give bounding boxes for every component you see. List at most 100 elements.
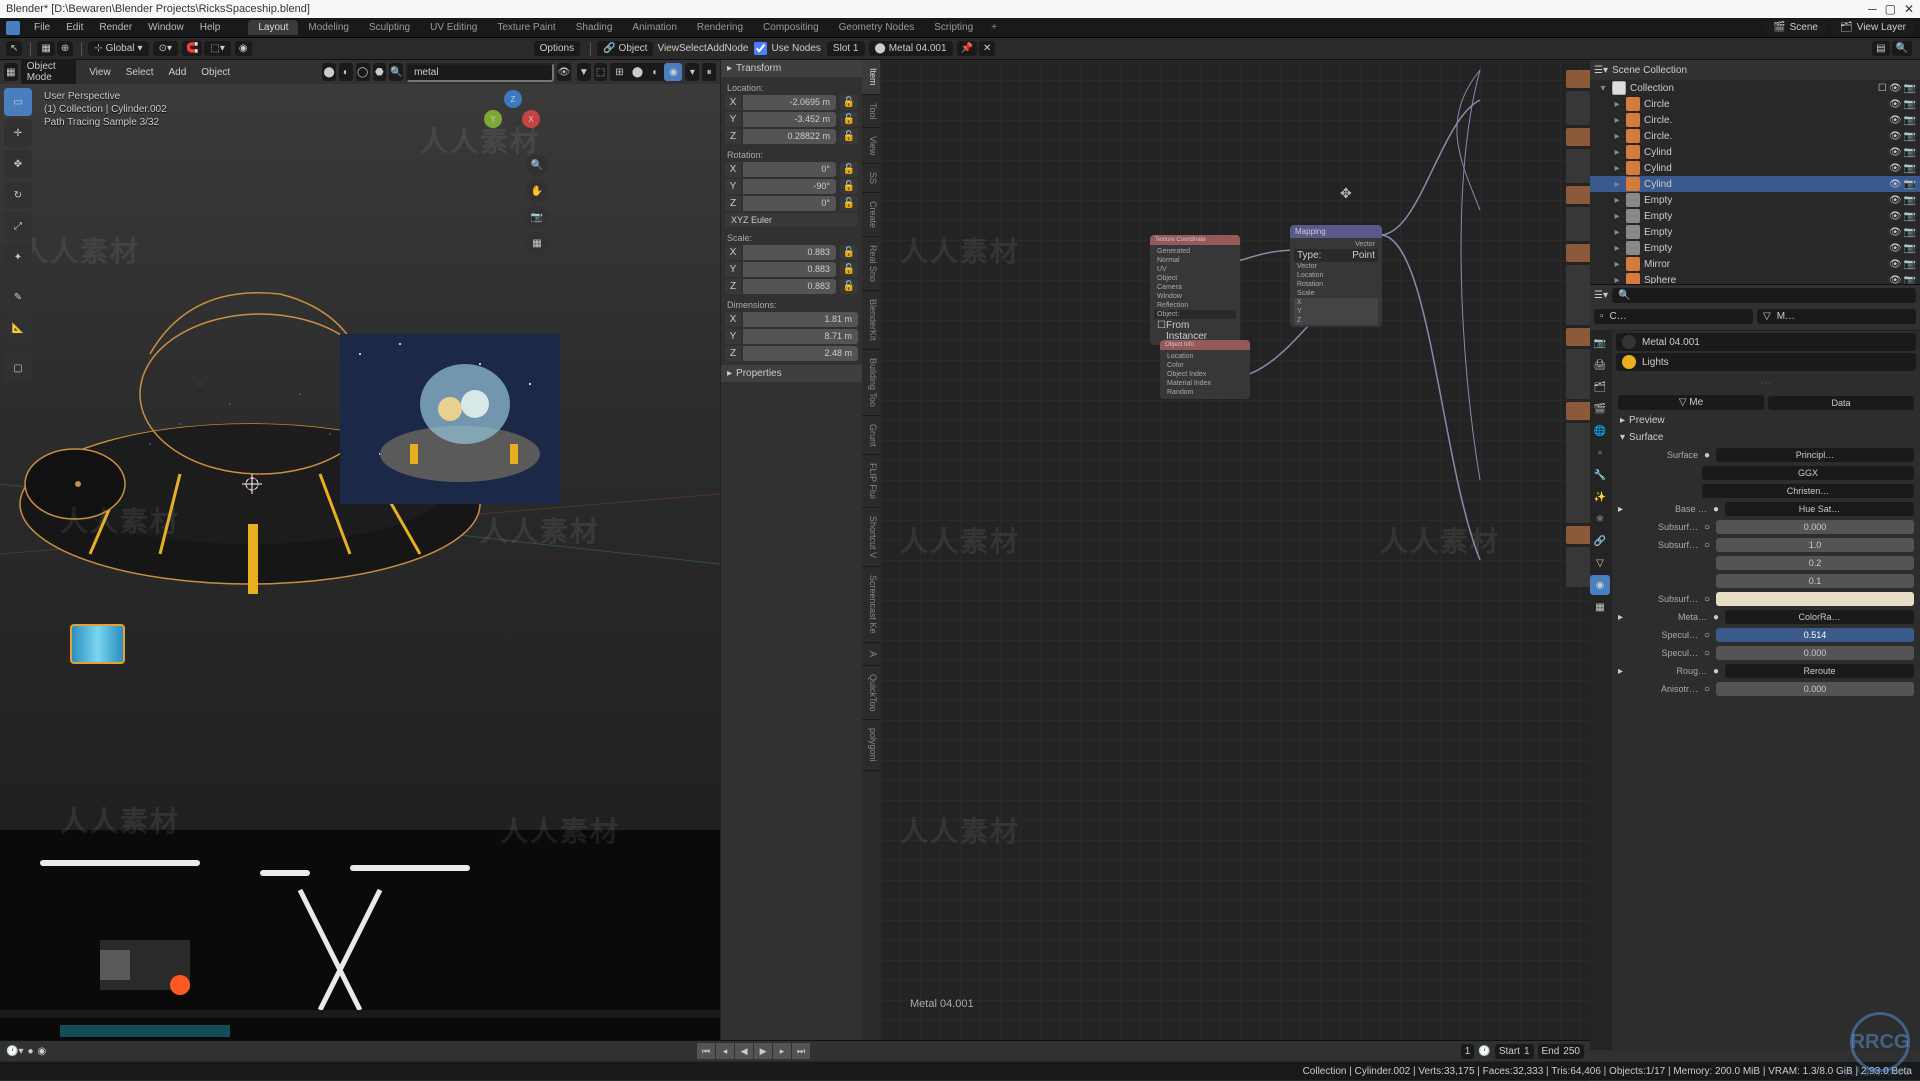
breadcrumb-object[interactable]: C…: [1610, 311, 1627, 322]
surface-panel[interactable]: ▾Surface: [1616, 429, 1916, 446]
outliner-search-input[interactable]: 🔍: [1612, 288, 1916, 303]
sidetab-create[interactable]: Create: [862, 193, 880, 237]
outliner-item[interactable]: ▸Empty👁📷: [1590, 208, 1920, 224]
lock-icon[interactable]: 🔓: [840, 112, 858, 127]
clock-icon[interactable]: 🕐: [1478, 1046, 1490, 1057]
prop-texture-icon[interactable]: ▦: [1590, 597, 1610, 617]
sidetab-tool[interactable]: Tool: [862, 95, 880, 129]
tab-compositing[interactable]: Compositing: [753, 20, 829, 35]
snap-toggle[interactable]: 🧲: [182, 41, 202, 56]
pin-material-icon[interactable]: 📌: [957, 41, 977, 56]
tab-texpaint[interactable]: Texture Paint: [487, 20, 565, 35]
jump-end-icon[interactable]: ⏭: [792, 1043, 810, 1059]
metallic-link[interactable]: ColorRa…: [1725, 610, 1914, 624]
subsurf-r1-field[interactable]: 1.0: [1716, 538, 1914, 552]
sidetab-item[interactable]: Item: [862, 60, 880, 95]
maximize-icon[interactable]: ▢: [1885, 2, 1896, 16]
prop-particle-icon[interactable]: ✨: [1590, 487, 1610, 507]
node-view-menu[interactable]: View: [657, 43, 679, 54]
dim-z-field[interactable]: 2.48 m: [743, 346, 858, 361]
rotate-tool-icon[interactable]: ↻: [4, 181, 32, 209]
lock-icon[interactable]: 🔓: [840, 245, 858, 260]
subsurf-color-swatch[interactable]: [1716, 592, 1914, 606]
lock-icon[interactable]: 🔓: [840, 129, 858, 144]
sidetab-realsno[interactable]: Real Sno: [862, 237, 880, 291]
view3d-add-menu[interactable]: Add: [162, 67, 192, 78]
unlink-icon[interactable]: ✕: [979, 41, 995, 56]
overlay-toggle[interactable]: ▼: [577, 63, 591, 81]
menu-window[interactable]: Window: [140, 22, 192, 33]
spectint-field[interactable]: 0.000: [1716, 646, 1914, 660]
collection-label[interactable]: Collection: [1630, 83, 1674, 94]
outliner-item[interactable]: ▸Empty👁📷: [1590, 192, 1920, 208]
sidetab-ss[interactable]: SS: [862, 164, 880, 193]
viewport-3d[interactable]: ▭ ✛ ✥ ↻ ⤢ ✦ ✎ 📐 ▢ User Perspective (1) C…: [0, 84, 720, 1050]
proportional-toggle[interactable]: ◉: [235, 41, 252, 56]
shading-dropdown-icon[interactable]: ▾: [685, 63, 699, 81]
outliner-item[interactable]: ▸Cylind👁📷: [1590, 176, 1920, 192]
tab-shading[interactable]: Shading: [566, 20, 623, 35]
roughness-link[interactable]: Reroute: [1725, 664, 1914, 678]
basecolor-link[interactable]: Hue Sat…: [1725, 502, 1914, 516]
object-data-dropdown[interactable]: 🔗Object: [597, 41, 653, 56]
menu-help[interactable]: Help: [192, 22, 229, 33]
outliner-search-icon[interactable]: 🔍: [1892, 41, 1912, 56]
distribution-dropdown[interactable]: GGX: [1702, 466, 1914, 480]
lock-icon[interactable]: 🔓: [840, 95, 858, 110]
breadcrumb-mesh[interactable]: M…: [1777, 311, 1795, 322]
scale-y-field[interactable]: 0.883: [743, 262, 836, 277]
annotate-tool-icon[interactable]: ✎: [4, 283, 32, 311]
sidetab-grunt[interactable]: Grunt: [862, 416, 880, 456]
tab-scripting[interactable]: Scripting: [924, 20, 983, 35]
subsurf-r2-field[interactable]: 0.2: [1716, 556, 1914, 570]
orientation-dropdown[interactable]: ⊹Global▾: [88, 41, 148, 56]
autokey-icon[interactable]: ◉: [38, 1046, 47, 1057]
material-slot-0[interactable]: Metal 04.001: [1616, 333, 1916, 351]
outliner-filter-dropdown[interactable]: ☰▾: [1594, 290, 1608, 301]
loc-x-field[interactable]: -2.0695 m: [743, 95, 836, 110]
node-mapping[interactable]: Mapping Vector Type:Point Vector Locatio…: [1290, 225, 1382, 327]
shading-icon-a[interactable]: ⬤: [322, 63, 336, 81]
lock-icon[interactable]: 🔓: [840, 179, 858, 194]
jump-start-icon[interactable]: ⏮: [697, 1043, 715, 1059]
minimize-icon[interactable]: ─: [1868, 2, 1877, 16]
view3d-view-menu[interactable]: View: [83, 67, 117, 78]
play-rev-icon[interactable]: ◀: [735, 1043, 753, 1059]
tab-sculpting[interactable]: Sculpting: [359, 20, 420, 35]
slot-dropdown[interactable]: Slot 1: [827, 41, 865, 56]
sidetab-flip[interactable]: FLIP Flui: [862, 455, 880, 508]
shading-icon-b[interactable]: ◐: [339, 63, 353, 81]
tab-layout[interactable]: Layout: [248, 20, 298, 35]
subsurf-r3-field[interactable]: 0.1: [1716, 574, 1914, 588]
pivot-dropdown[interactable]: ⊙▾: [153, 41, 178, 56]
editor-type-icon[interactable]: ▦: [4, 63, 18, 81]
prop-scene-icon[interactable]: 🎬: [1590, 399, 1610, 419]
select-tool-icon[interactable]: ▭: [4, 88, 32, 116]
prop-render-icon[interactable]: 📷: [1590, 333, 1610, 353]
dim-y-field[interactable]: 8.71 m: [743, 329, 858, 344]
outliner-item[interactable]: ▸Circle.👁📷: [1590, 112, 1920, 128]
gizmo-toggle-icon[interactable]: ⊕: [57, 41, 73, 56]
outliner-item[interactable]: ▸Sphere👁📷: [1590, 272, 1920, 285]
scale-z-field[interactable]: 0.883: [743, 279, 836, 294]
mode-dropdown[interactable]: Object Mode: [21, 59, 76, 85]
prop-material-icon[interactable]: ◉: [1590, 575, 1610, 595]
prop-modifier-icon[interactable]: 🔧: [1590, 465, 1610, 485]
keyframe-next-icon[interactable]: ▸: [773, 1043, 791, 1059]
sidetab-screencast[interactable]: Screencast Ke: [862, 567, 880, 643]
tab-uv[interactable]: UV Editing: [420, 20, 487, 35]
end-frame-field[interactable]: 250: [1563, 1046, 1580, 1057]
node-select-menu[interactable]: Select: [679, 43, 707, 54]
tab-animation[interactable]: Animation: [622, 20, 686, 35]
sss-method-dropdown[interactable]: Christen…: [1702, 484, 1914, 498]
outliner-item[interactable]: ▸Empty👁📷: [1590, 224, 1920, 240]
scale-tool-icon[interactable]: ⤢: [4, 212, 32, 240]
sidetab-shortcut[interactable]: Shortcut V: [862, 508, 880, 567]
lock-icon[interactable]: 🔓: [840, 196, 858, 211]
prop-world-icon[interactable]: 🌐: [1590, 421, 1610, 441]
node-collapsed[interactable]: [1566, 70, 1590, 88]
material-slot-1[interactable]: Lights: [1616, 353, 1916, 371]
cursor-tool-icon[interactable]: ✛: [4, 119, 32, 147]
search-input[interactable]: [406, 63, 554, 82]
sidetab-polygoni[interactable]: polygoni: [862, 720, 880, 771]
